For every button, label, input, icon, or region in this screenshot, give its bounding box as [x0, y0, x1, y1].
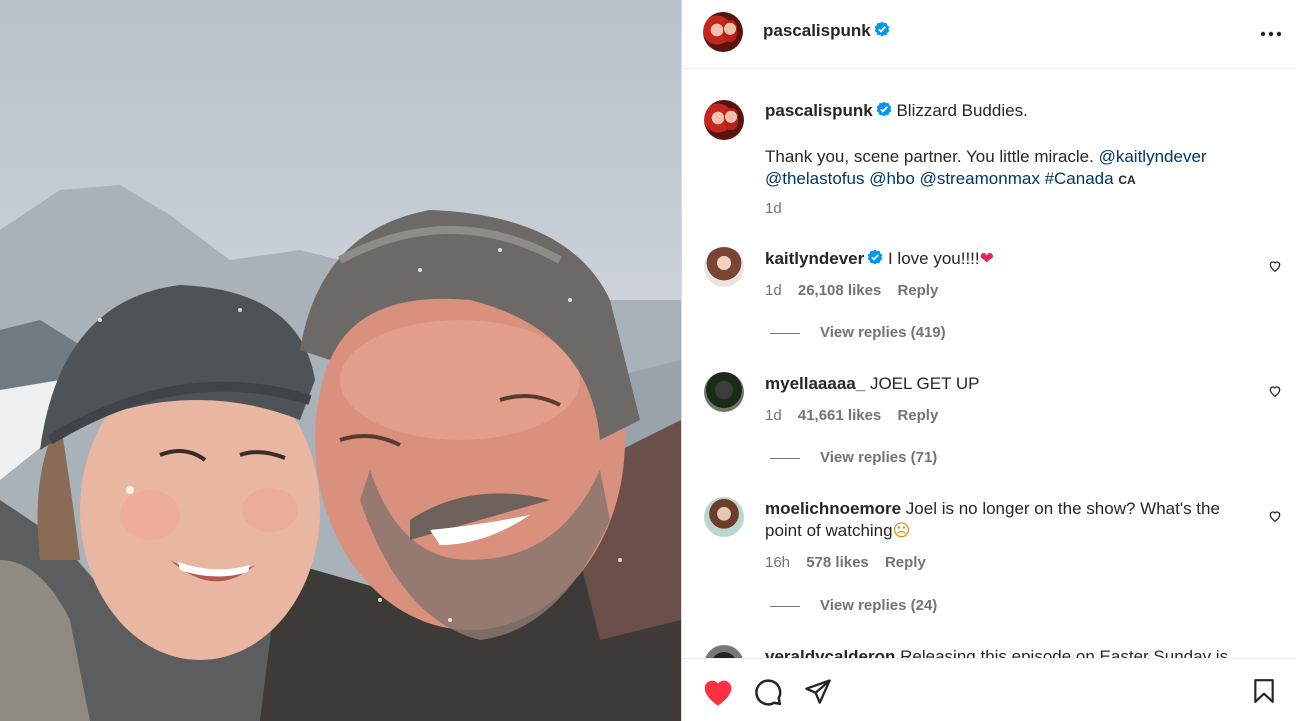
view-replies-button[interactable]: View replies (71)	[770, 449, 937, 466]
caption-text: Thank you, scene partner. You little mir…	[765, 147, 1094, 166]
like-comment-heart-icon[interactable]	[1268, 259, 1282, 278]
comment-likes[interactable]: 41,661 likes	[798, 407, 881, 424]
like-comment-heart-icon[interactable]	[1268, 384, 1282, 403]
comment-item: moelichnoemore Joel is no longer on the …	[704, 497, 1284, 627]
comments-scroll[interactable]: pascalispunk Blizzard Buddies. Thank you…	[682, 70, 1296, 658]
red-heart-emoji: ❤	[979, 249, 994, 268]
commenter-username[interactable]: veraldycalderon	[765, 647, 895, 658]
bookmark-icon[interactable]	[1251, 677, 1277, 710]
mention-streamonmax[interactable]: @streamonmax	[920, 169, 1040, 188]
comment-time[interactable]: 16h	[765, 554, 790, 571]
caption: pascalispunk Blizzard Buddies. Thank you…	[704, 100, 1284, 220]
commenter-avatar[interactable]	[704, 372, 744, 412]
replies-divider	[770, 332, 800, 334]
comment-item: veraldycalderon Releasing this episode o…	[704, 645, 1284, 658]
caption-author[interactable]: pascalispunk	[765, 101, 873, 120]
replies-divider	[770, 605, 800, 607]
comment-item: myellaaaaa_ JOEL GET UP 1d 41,661 likes …	[704, 372, 1284, 482]
heart-icon[interactable]	[702, 677, 734, 712]
like-comment-heart-icon[interactable]	[1268, 509, 1282, 528]
mention-kaitlyndever[interactable]: @kaitlyndever	[1099, 147, 1207, 166]
country-tag: CA	[1118, 173, 1136, 187]
reply-button[interactable]: Reply	[897, 282, 938, 299]
comment-likes[interactable]: 26,108 likes	[798, 282, 881, 299]
comment-text: moelichnoemore Joel is no longer on the …	[765, 498, 1235, 542]
view-replies-label: View replies (24)	[820, 597, 938, 614]
frowning-face-emoji: ☹	[892, 521, 911, 540]
comment-body: Releasing this episode on Easter Sunday …	[900, 647, 1229, 658]
comment-time[interactable]: 1d	[765, 282, 782, 299]
comment-likes[interactable]: 578 likes	[806, 554, 869, 571]
view-replies-label: View replies (71)	[820, 449, 938, 466]
verified-badge-icon	[867, 249, 883, 271]
caption-title: Blizzard Buddies.	[896, 101, 1028, 120]
view-replies-button[interactable]: View replies (24)	[770, 597, 937, 614]
caption-author-avatar[interactable]	[704, 100, 744, 140]
hashtag-canada[interactable]: #Canada	[1045, 169, 1114, 188]
comment-meta: 1d 41,661 likes Reply	[765, 407, 950, 424]
view-replies-label: View replies (419)	[820, 324, 946, 341]
comment-text: myellaaaaa_ JOEL GET UP	[765, 373, 1235, 395]
commenter-avatar[interactable]	[704, 247, 744, 287]
reply-button[interactable]: Reply	[885, 554, 926, 571]
comment-icon[interactable]	[753, 677, 783, 712]
commenter-avatar[interactable]	[704, 645, 744, 658]
commenter-avatar[interactable]	[704, 497, 744, 537]
author-avatar[interactable]	[703, 12, 743, 52]
caption-body: Thank you, scene partner. You little mir…	[765, 146, 1235, 191]
author-username[interactable]: pascalispunk	[763, 21, 871, 40]
comment-body: JOEL GET UP	[869, 374, 980, 393]
caption-meta: 1d	[765, 200, 794, 217]
post-header: pascalispunk	[682, 0, 1296, 69]
verified-badge-icon	[874, 21, 890, 42]
comment-meta: 16h 578 likes Reply	[765, 554, 938, 571]
caption-line-1: pascalispunk Blizzard Buddies.	[765, 100, 1235, 123]
commenter-username[interactable]: kaitlyndever	[765, 249, 864, 268]
comment-time[interactable]: 1d	[765, 407, 782, 424]
post-photo[interactable]	[0, 0, 681, 721]
comment-text: kaitlyndever I love you!!!!❤	[765, 248, 1235, 271]
share-icon[interactable]	[804, 677, 832, 710]
post-details-panel: pascalispunk pascalispunk Blizzard Buddi…	[681, 0, 1296, 721]
replies-divider	[770, 457, 800, 459]
commenter-username[interactable]: myellaaaaa_	[765, 374, 865, 393]
selfie-image	[0, 185, 681, 721]
mention-thelastofus[interactable]: @thelastofus	[765, 169, 864, 188]
verified-badge-icon	[876, 101, 892, 123]
view-replies-button[interactable]: View replies (419)	[770, 324, 946, 341]
comment-text: veraldycalderon Releasing this episode o…	[765, 646, 1235, 658]
comment-item: kaitlyndever I love you!!!!❤ 1d 26,108 l…	[704, 247, 1284, 357]
comment-body: I love you!!!!	[887, 249, 980, 268]
comment-meta: 1d 26,108 likes Reply	[765, 282, 950, 299]
more-options-icon[interactable]	[1257, 22, 1285, 46]
caption-time[interactable]: 1d	[765, 200, 782, 217]
post-actions-bar	[682, 658, 1296, 721]
mention-hbo[interactable]: @hbo	[869, 169, 915, 188]
reply-button[interactable]: Reply	[897, 407, 938, 424]
commenter-username[interactable]: moelichnoemore	[765, 499, 901, 518]
